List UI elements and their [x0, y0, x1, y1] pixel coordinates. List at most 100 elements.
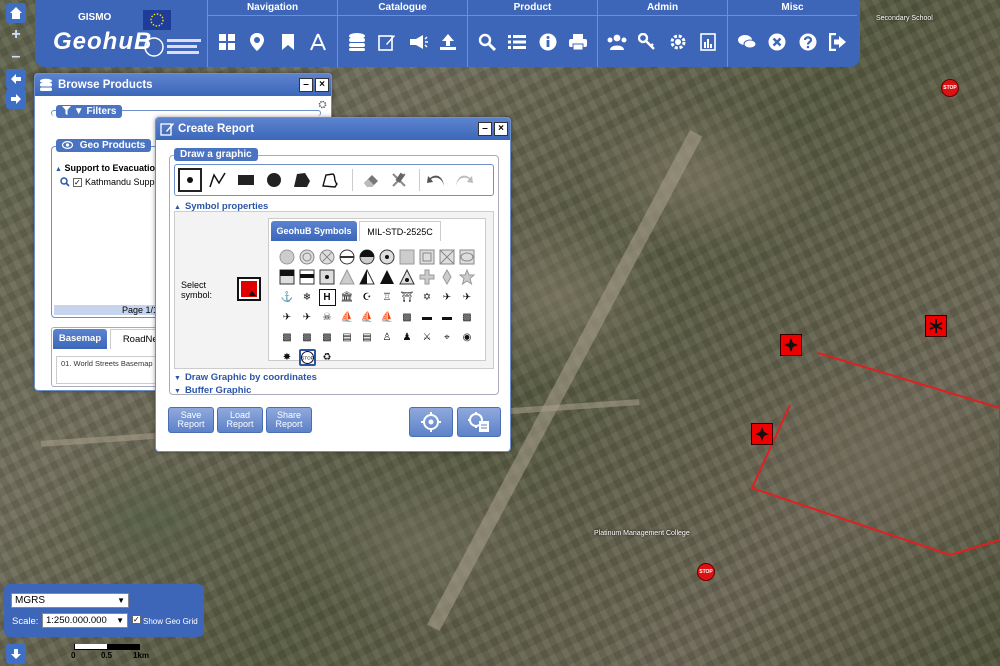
symbol-ellipse[interactable] [459, 249, 476, 266]
symbol-gun[interactable]: ▬ [439, 309, 456, 326]
info-icon[interactable] [537, 31, 559, 53]
symbol-square-grey[interactable] [399, 249, 416, 266]
logout-icon[interactable] [827, 31, 849, 53]
tab-basemap[interactable]: Basemap [53, 329, 107, 349]
symbol-diamond[interactable] [439, 269, 456, 286]
locate-report-button[interactable] [409, 407, 453, 437]
draw-rectangle-tool[interactable] [234, 168, 258, 192]
database-icon[interactable] [346, 31, 368, 53]
symbol-vessel[interactable]: ⛵ [379, 309, 396, 326]
hazard-marker[interactable] [925, 315, 947, 337]
symbol-knife[interactable]: ⚔ [419, 329, 436, 346]
clear-tool[interactable] [387, 168, 411, 192]
announce-icon[interactable] [407, 31, 429, 53]
save-report-button[interactable]: Save Report [168, 407, 214, 433]
search-icon[interactable] [476, 31, 498, 53]
symbol-anchor[interactable]: ⚓ [279, 289, 296, 306]
symbol-star[interactable] [459, 269, 476, 286]
tree-root[interactable]: ▲ Support to Evacuation P [55, 163, 169, 173]
map-marker-icon[interactable] [246, 31, 268, 53]
symbol-airplane[interactable]: ✈ [439, 289, 456, 306]
symbol-soldier[interactable]: ♟ [399, 329, 416, 346]
symbol-convoy[interactable]: ▩ [299, 329, 316, 346]
minimize-button[interactable]: – [478, 122, 492, 136]
symbol-square-double[interactable] [419, 249, 436, 266]
zoom-icon[interactable] [60, 177, 70, 187]
symbol-circle-dot[interactable] [379, 249, 396, 266]
symbol-ship[interactable]: ⛵ [339, 309, 356, 326]
symbol-rect-band[interactable] [299, 269, 316, 286]
symbol-stop[interactable]: STOP [298, 348, 316, 366]
buffer-graphic-toggle[interactable]: Buffer Graphic [174, 385, 252, 396]
edit-document-icon[interactable] [376, 31, 398, 53]
symbol-circle-half[interactable] [339, 249, 356, 266]
symbol-bank[interactable]: 🏛 [339, 289, 356, 306]
symbol-explosion[interactable]: ✸ [279, 349, 296, 366]
symbol-airplane-2[interactable]: ✈ [459, 289, 476, 306]
symbol-rect-top[interactable] [279, 269, 296, 286]
list-icon[interactable] [506, 31, 528, 53]
symbol-triangle-grey[interactable] [339, 269, 356, 286]
map-view[interactable]: STOP STOP Platinum Management College Se… [0, 0, 1000, 666]
hazard-marker[interactable] [780, 334, 802, 356]
eraser-tool[interactable] [359, 168, 383, 192]
draw-polygon-tool[interactable] [290, 168, 314, 192]
report-chart-icon[interactable] [697, 31, 719, 53]
draw-freehand-tool[interactable] [318, 168, 342, 192]
symbol-monument[interactable]: ♖ [379, 289, 396, 306]
print-icon[interactable] [567, 31, 589, 53]
stop-marker[interactable]: STOP [941, 79, 959, 97]
tab-mil-std-2525c[interactable]: MIL-STD-2525C [359, 221, 441, 241]
filters-toggle[interactable]: ▼ Filters [56, 105, 123, 118]
layers-grid-icon[interactable] [216, 31, 238, 53]
help-icon[interactable] [797, 31, 819, 53]
minimize-button[interactable]: – [299, 78, 313, 92]
tree-child[interactable]: ✓ Kathmandu Suppo [60, 177, 160, 187]
symbol-circle-grey[interactable] [279, 249, 296, 266]
tab-geohub-symbols[interactable]: GeohuB Symbols [271, 221, 357, 241]
tree-checkbox[interactable]: ✓ [73, 177, 82, 187]
draw-polyline-tool[interactable] [206, 168, 230, 192]
zoom-in-button[interactable]: + [6, 25, 26, 45]
symbol-circle-top[interactable] [359, 249, 376, 266]
symbol-recycle[interactable]: ♻ [319, 349, 336, 366]
symbol-circle-x[interactable] [319, 249, 336, 266]
next-extent-button[interactable] [6, 89, 26, 109]
previous-extent-button[interactable] [6, 69, 26, 89]
symbol-cross[interactable] [419, 269, 436, 286]
users-icon[interactable] [606, 31, 628, 53]
symbol-snowflake[interactable]: ❄ [299, 289, 316, 306]
create-report-titlebar[interactable]: Create Report – × [156, 118, 510, 140]
close-button[interactable]: × [494, 122, 508, 136]
symbol-jet[interactable]: ✈ [279, 309, 296, 326]
symbol-pagoda[interactable]: ⛩ [399, 289, 416, 306]
draw-point-tool[interactable] [178, 168, 202, 192]
locate-document-button[interactable] [457, 407, 501, 437]
symbol-grenade[interactable]: ◉ [459, 329, 476, 346]
symbol-train[interactable]: ▤ [339, 329, 356, 346]
zoom-out-button[interactable]: – [6, 47, 26, 67]
geo-products-toggle[interactable]: Geo Products [56, 139, 152, 152]
symbol-truck[interactable]: ▩ [459, 309, 476, 326]
share-report-button[interactable]: Share Report [266, 407, 312, 433]
browse-products-titlebar[interactable]: Browse Products – × [35, 74, 331, 96]
symbol-boat[interactable]: ⛵ [359, 309, 376, 326]
stop-marker[interactable]: STOP [697, 563, 715, 581]
symbol-hospital[interactable]: H [318, 288, 336, 306]
settings-gear-icon[interactable] [667, 31, 689, 53]
symbol-mosque[interactable]: ☪ [359, 289, 376, 306]
expand-coords-button[interactable] [6, 644, 26, 664]
chat-icon[interactable] [736, 31, 758, 53]
redo-icon[interactable] [452, 168, 476, 192]
draw-circle-tool[interactable] [262, 168, 286, 192]
draw-by-coordinates-toggle[interactable]: Draw Graphic by coordinates [174, 372, 317, 383]
symbol-hazard[interactable]: ☠ [319, 309, 336, 326]
symbol-armored[interactable]: ▩ [279, 329, 296, 346]
scale-select[interactable]: 1:250.000.000 ▼ [42, 613, 128, 628]
settings-gear-icon[interactable] [318, 100, 327, 109]
coordinate-system-select[interactable]: MGRS ▼ [11, 593, 129, 608]
symbol-circle-double[interactable] [299, 249, 316, 266]
key-icon[interactable] [636, 31, 658, 53]
home-button[interactable] [6, 3, 26, 23]
close-button[interactable]: × [315, 78, 329, 92]
